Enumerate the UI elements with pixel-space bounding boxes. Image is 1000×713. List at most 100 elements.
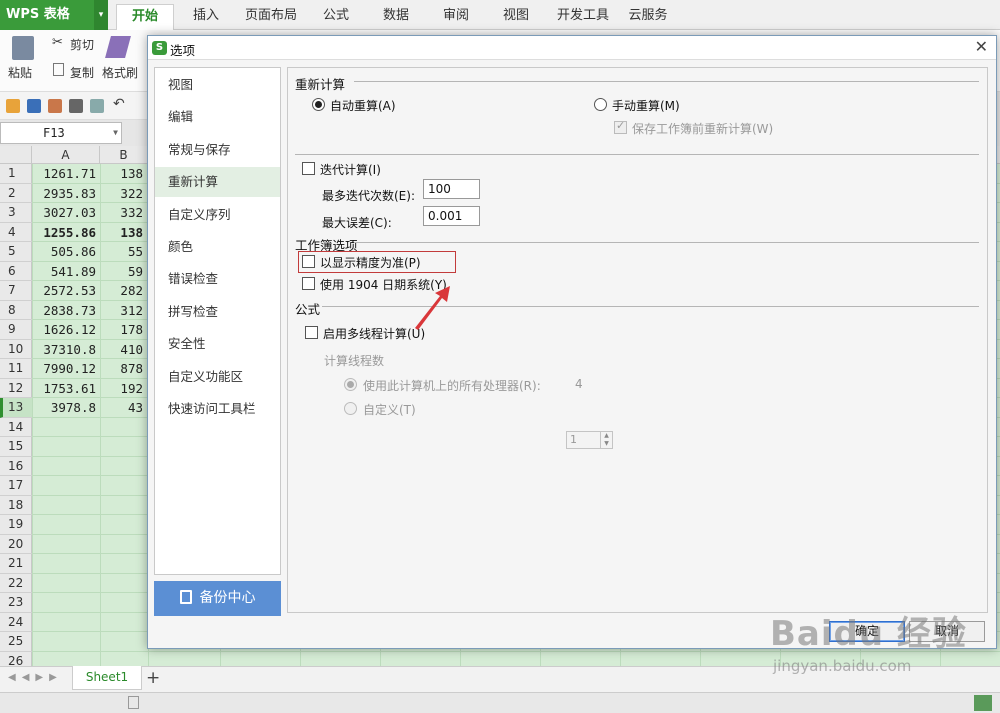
cell-b[interactable]: 55 bbox=[100, 242, 147, 262]
nav-item[interactable]: 安全性 bbox=[155, 329, 280, 359]
nav-item[interactable]: 常规与保存 bbox=[155, 135, 280, 165]
cell-b[interactable]: 59 bbox=[100, 262, 147, 282]
multithread-checkbox[interactable] bbox=[305, 326, 318, 339]
tab-page-layout[interactable]: 页面布局 bbox=[238, 4, 304, 30]
row-number[interactable]: 20 bbox=[0, 535, 32, 554]
cell-a[interactable]: 37310.8 bbox=[32, 340, 100, 360]
cell-b[interactable]: 192 bbox=[100, 379, 147, 399]
cell-b[interactable]: 282 bbox=[100, 281, 147, 301]
format-painter-icon[interactable] bbox=[105, 36, 131, 58]
cell-a[interactable]: 2935.83 bbox=[32, 184, 100, 204]
cell-a[interactable]: 2572.53 bbox=[32, 281, 100, 301]
cell-b[interactable]: 332 bbox=[100, 203, 147, 223]
tab-insert[interactable]: 插入 bbox=[180, 4, 232, 30]
all-processors-radio[interactable] bbox=[344, 378, 357, 391]
row-number[interactable]: 5 bbox=[0, 242, 32, 262]
row-number[interactable]: 19 bbox=[0, 515, 32, 535]
cell-b[interactable]: 178 bbox=[100, 320, 147, 340]
backup-center-button[interactable]: 备份中心 bbox=[154, 581, 281, 616]
nav-item[interactable]: 颜色 bbox=[155, 232, 280, 262]
row-number[interactable]: 1 bbox=[0, 164, 32, 184]
paste-icon[interactable] bbox=[12, 36, 34, 60]
row-number[interactable]: 14 bbox=[0, 418, 32, 437]
cell-b[interactable]: 322 bbox=[100, 184, 147, 204]
cell-a[interactable]: 7990.12 bbox=[32, 359, 100, 379]
row-number[interactable]: 3 bbox=[0, 203, 32, 223]
auto-recalc-radio[interactable] bbox=[312, 98, 325, 111]
max-change-input[interactable]: 0.001 bbox=[423, 206, 480, 226]
row-number[interactable]: 7 bbox=[0, 281, 32, 301]
row-number[interactable]: 12 bbox=[0, 379, 32, 398]
manual-recalc-label[interactable]: 手动重算(M) bbox=[612, 97, 680, 114]
nav-item[interactable]: 拼写检查 bbox=[155, 297, 280, 327]
sheet-tab[interactable]: Sheet1 bbox=[72, 666, 142, 690]
logo-dropdown-icon[interactable]: ▾ bbox=[94, 0, 108, 30]
save-recalc-checkbox[interactable] bbox=[614, 119, 627, 134]
cell-a[interactable]: 2838.73 bbox=[32, 301, 100, 321]
manual-recalc-radio[interactable] bbox=[594, 98, 607, 111]
row-number[interactable]: 2 bbox=[0, 184, 32, 203]
iterate-checkbox[interactable] bbox=[302, 162, 315, 175]
tab-formula[interactable]: 公式 bbox=[312, 4, 360, 30]
row-number[interactable]: 4 bbox=[0, 223, 32, 242]
cell-b[interactable]: 138 bbox=[100, 223, 147, 243]
cell-a[interactable]: 1626.12 bbox=[32, 320, 100, 340]
cell-a[interactable]: 1255.86 bbox=[32, 223, 100, 243]
row-number[interactable]: 8 bbox=[0, 301, 32, 320]
select-all-corner[interactable] bbox=[0, 146, 32, 164]
undo-icon[interactable]: ↶ bbox=[113, 96, 127, 112]
max-iterations-input[interactable]: 100 bbox=[423, 179, 480, 199]
iterate-label[interactable]: 迭代计算(I) bbox=[320, 161, 381, 178]
multithread-label[interactable]: 启用多线程计算(U) bbox=[323, 325, 425, 342]
normal-view-icon[interactable] bbox=[974, 695, 992, 711]
tab-review[interactable]: 审阅 bbox=[432, 4, 480, 30]
row-number[interactable]: 13 bbox=[0, 398, 32, 418]
row-number[interactable]: 10 bbox=[0, 340, 32, 359]
export-icon[interactable] bbox=[48, 99, 62, 113]
tab-view[interactable]: 视图 bbox=[492, 4, 540, 30]
format-painter-button[interactable]: 格式刷 bbox=[102, 64, 138, 81]
nav-item[interactable]: 自定义序列 bbox=[155, 200, 280, 230]
cell-a[interactable]: 1261.71 bbox=[32, 164, 100, 184]
nav-item[interactable]: 错误检查 bbox=[155, 264, 280, 294]
cell-b[interactable]: 43 bbox=[100, 398, 147, 418]
row-number[interactable]: 23 bbox=[0, 593, 32, 613]
custom-threads-radio[interactable] bbox=[344, 402, 357, 415]
copy-button[interactable]: 复制 bbox=[70, 64, 94, 81]
auto-recalc-label[interactable]: 自动重算(A) bbox=[330, 97, 396, 114]
scissors-icon[interactable]: ✂ bbox=[52, 35, 63, 50]
row-number[interactable]: 11 bbox=[0, 359, 32, 379]
row-number[interactable]: 17 bbox=[0, 476, 32, 496]
cell-a[interactable]: 505.86 bbox=[32, 242, 100, 262]
nav-item[interactable]: 自定义功能区 bbox=[155, 362, 280, 392]
copy-icon[interactable] bbox=[53, 63, 64, 76]
cut-button[interactable]: 剪切 bbox=[70, 36, 94, 53]
tab-cloud[interactable]: 云服务 bbox=[622, 4, 674, 30]
row-number[interactable]: 18 bbox=[0, 496, 32, 515]
print-icon[interactable] bbox=[69, 99, 83, 113]
stepper-arrows-icon[interactable]: ▲ ▼ bbox=[600, 432, 612, 448]
date-1904-checkbox[interactable] bbox=[302, 277, 315, 290]
row-number[interactable]: 16 bbox=[0, 457, 32, 476]
open-icon[interactable] bbox=[6, 99, 20, 113]
column-header-b[interactable]: B bbox=[100, 146, 148, 164]
nav-item[interactable]: 重新计算 bbox=[155, 167, 280, 198]
row-number[interactable]: 22 bbox=[0, 574, 32, 593]
save-icon[interactable] bbox=[27, 99, 41, 113]
cell-a[interactable]: 1753.61 bbox=[32, 379, 100, 399]
tab-start[interactable]: 开始 bbox=[116, 4, 174, 30]
row-number[interactable]: 24 bbox=[0, 613, 32, 632]
cell-b[interactable]: 138 bbox=[100, 164, 147, 184]
row-number[interactable]: 9 bbox=[0, 320, 32, 340]
cell-b[interactable]: 410 bbox=[100, 340, 147, 360]
cell-b[interactable]: 878 bbox=[100, 359, 147, 379]
nav-item[interactable]: 编辑 bbox=[155, 102, 280, 132]
cell-b[interactable]: 312 bbox=[100, 301, 147, 321]
cell-a[interactable]: 3978.8 bbox=[32, 398, 100, 418]
row-number[interactable]: 15 bbox=[0, 437, 32, 457]
row-number[interactable]: 25 bbox=[0, 632, 32, 652]
row-number[interactable]: 6 bbox=[0, 262, 32, 281]
sheet-nav-arrows-icon[interactable]: ◀◀▶▶ bbox=[8, 672, 63, 683]
nav-item[interactable]: 视图 bbox=[155, 70, 280, 100]
wps-logo-button[interactable]: WPS 表格 ▾ bbox=[0, 0, 108, 30]
